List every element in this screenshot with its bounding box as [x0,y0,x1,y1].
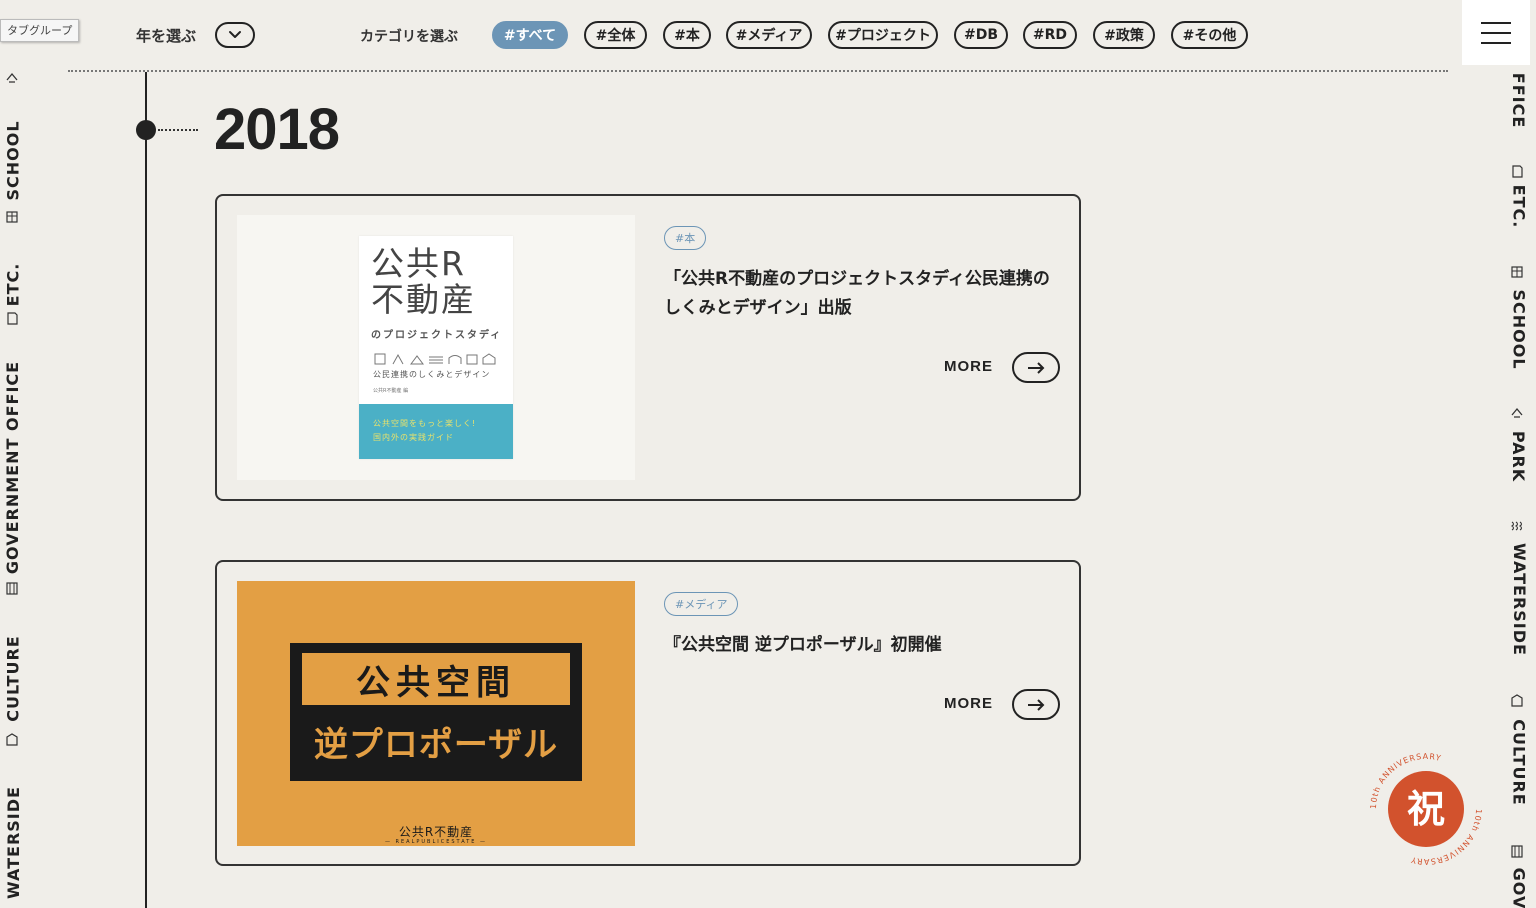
left-nav-waterside[interactable]: WATERSIDE [0,783,26,901]
government-office-icon [6,582,18,595]
card-category-tag[interactable]: #本 [664,226,707,250]
school-icon [6,211,18,223]
category-tag-all[interactable]: #すべて [492,21,568,49]
hamburger-icon-bar [1481,31,1511,34]
timeline-line [145,72,147,908]
waterside-icon [1511,521,1523,531]
year-select-label: 年を選ぶ [136,27,197,45]
anniversary-badge[interactable]: 10th ANNIVERSARY 10th ANNIVERSARY 祝 [1369,752,1483,866]
chevron-down-icon [229,31,241,38]
hamburger-menu-button[interactable] [1462,0,1530,65]
right-nav-government-office-bottom[interactable]: GOV [1506,867,1532,908]
logo: 公共R不動産 [398,825,474,839]
right-nav-government-office[interactable]: FFICE [1506,72,1532,128]
etc-icon [7,312,18,325]
left-nav-government-office[interactable]: GOVERNMENT OFFICE [0,360,26,573]
card-title[interactable]: 「公共R不動産のプロジェクトスタディ公民連携のしくみとデザイン」出版 [664,265,1064,323]
year-heading: 2018 [214,97,340,162]
category-tag-general[interactable]: #全体 [584,21,647,49]
right-nav-school[interactable]: SCHOOL [1506,285,1532,373]
building-icons [374,353,496,365]
book-cover: 公共R 不動産 のプロジェクトスタディ 公民連携のしくみとデザイン 公共R不動産… [359,236,513,459]
badge-center-char: 祝 [1407,787,1445,831]
poster-title-box: 公共空間 逆プロポーザル [290,643,582,781]
left-nav-culture[interactable]: CULTURE [0,633,26,723]
left-nav-school[interactable]: SCHOOL [0,118,26,202]
hamburger-icon-bar [1481,41,1511,44]
card-thumbnail-poster[interactable]: 公共空間 逆プロポーザル 公共R不動産 — REALPUBLICESTATE — [237,581,635,846]
card-title[interactable]: 『公共空間 逆プロポーザル』初開催 [664,631,1064,660]
park-icon [6,72,18,83]
category-tag-rd[interactable]: #RD [1023,21,1077,49]
category-tag-media[interactable]: #メディア [726,21,812,49]
news-card[interactable]: 公共R 不動産 のプロジェクトスタディ 公民連携のしくみとデザイン 公共R不動産… [215,194,1081,501]
school-icon [1511,266,1523,278]
right-nav-park[interactable]: PARK [1506,428,1532,484]
arrow-right-icon [1028,698,1045,711]
right-nav-etc[interactable]: ETC. [1506,183,1532,229]
more-button[interactable] [1012,689,1060,720]
news-card[interactable]: 公共空間 逆プロポーザル 公共R不動産 — REALPUBLICESTATE —… [215,560,1081,866]
culture-icon [6,733,18,746]
category-tag-policy[interactable]: #政策 [1093,21,1155,49]
right-nav-waterside[interactable]: WATERSIDE [1506,540,1532,658]
right-nav-culture[interactable]: CULTURE [1506,716,1532,808]
timeline-marker [136,120,156,140]
category-tag-book[interactable]: #本 [663,21,711,49]
category-tag-db[interactable]: #DB [954,21,1008,49]
more-button[interactable] [1012,352,1060,383]
more-label[interactable]: MORE [944,358,993,375]
header-divider [68,70,1448,72]
culture-icon [1511,694,1523,707]
arrow-right-icon [1028,361,1045,374]
left-nav-etc[interactable]: ETC. [0,262,26,306]
etc-icon [1512,165,1523,178]
card-thumbnail-book[interactable]: 公共R 不動産 のプロジェクトスタディ 公民連携のしくみとデザイン 公共R不動産… [237,215,635,480]
government-office-icon [1511,845,1523,858]
card-category-tag[interactable]: #メディア [664,592,739,616]
more-label[interactable]: MORE [944,695,993,712]
category-tag-other[interactable]: #その他 [1171,21,1248,49]
category-select-label: カテゴリを選ぶ [360,29,458,45]
timeline-connector [158,129,198,131]
tab-group-label[interactable]: タブグループ [0,19,80,42]
category-tag-project[interactable]: #プロジェクト [828,21,938,49]
park-icon [1511,407,1523,418]
year-select-button[interactable] [215,22,255,48]
hamburger-icon [1481,21,1511,24]
